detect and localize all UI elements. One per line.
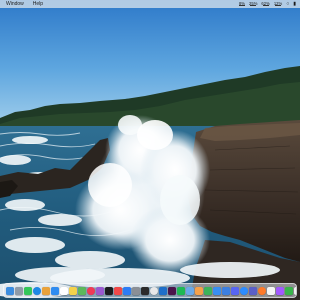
dock-icon-notes[interactable]: [69, 286, 77, 295]
dock-icon-calendar[interactable]: [60, 286, 68, 295]
dock-icon-messages[interactable]: [24, 286, 32, 295]
dock-icon-discord[interactable]: [231, 286, 239, 295]
status-area: 8% 25% 62% 12% ○ ▮: [239, 0, 300, 8]
dock-icon-firefox[interactable]: [258, 286, 266, 295]
dock-icon-news[interactable]: [114, 286, 122, 295]
battery-icon[interactable]: ▮: [293, 0, 296, 8]
dock-icon-activity-monitor[interactable]: [285, 286, 293, 295]
status-value: 12%: [273, 0, 283, 6]
wifi-icon[interactable]: ○: [286, 0, 289, 8]
status-stat[interactable]: 62%: [261, 0, 270, 7]
dock-icon-teams[interactable]: [249, 286, 257, 295]
dock-icon-xcode[interactable]: [222, 286, 230, 295]
status-bar: [250, 5, 257, 7]
dock-icon-slack[interactable]: [168, 286, 176, 295]
dock-icon-finder[interactable]: [6, 286, 14, 295]
menu-window[interactable]: Window: [6, 0, 24, 8]
status-value: 25%: [249, 0, 258, 6]
dock-icon-reminders[interactable]: [294, 286, 296, 295]
status-value: 8%: [238, 0, 246, 6]
dock-icon-photos[interactable]: [42, 286, 50, 295]
dock-icon-notion[interactable]: [267, 286, 275, 295]
status-value: 62%: [261, 0, 270, 6]
dock-icon-mail[interactable]: [51, 286, 59, 295]
dock-icon-numbers[interactable]: [204, 286, 212, 295]
status-bar: [239, 5, 245, 7]
dock-icon-system-settings[interactable]: [132, 286, 140, 295]
status-bar: [262, 5, 269, 7]
dock-icon-figma[interactable]: [276, 286, 284, 295]
dock-icon-terminal[interactable]: [141, 286, 149, 295]
status-stat[interactable]: 25%: [249, 0, 258, 7]
dock: [3, 283, 297, 298]
dock-icon-music[interactable]: [87, 286, 95, 295]
app-menu: Window Help: [0, 0, 43, 8]
dock-icon-vscode[interactable]: [159, 286, 167, 295]
status-bar: [275, 5, 281, 7]
dock-icon-app-store[interactable]: [123, 286, 131, 295]
dock-icon-spotify[interactable]: [177, 286, 185, 295]
dock-icon-keynote[interactable]: [213, 286, 221, 295]
dock-icon-tv[interactable]: [105, 286, 113, 295]
dock-icon-maps[interactable]: [78, 286, 86, 295]
dock-icon-chrome[interactable]: [150, 286, 158, 295]
menu-bar: Window Help 8% 25% 62% 12% ○ ▮: [0, 0, 300, 8]
dock-icon-preview[interactable]: [186, 286, 194, 295]
dock-icon-launchpad[interactable]: [15, 286, 23, 295]
desktop: Window Help 8% 25% 62% 12% ○ ▮: [0, 0, 300, 300]
dock-icon-zoom[interactable]: [240, 286, 248, 295]
dock-icon-podcasts[interactable]: [96, 286, 104, 295]
desktop-wallpaper: [0, 0, 300, 300]
status-stat[interactable]: 8%: [238, 0, 246, 7]
status-stat[interactable]: 12%: [273, 0, 283, 7]
dock-icon-safari[interactable]: [33, 286, 41, 295]
menu-help[interactable]: Help: [33, 0, 43, 8]
dock-icon-pages[interactable]: [195, 286, 203, 295]
